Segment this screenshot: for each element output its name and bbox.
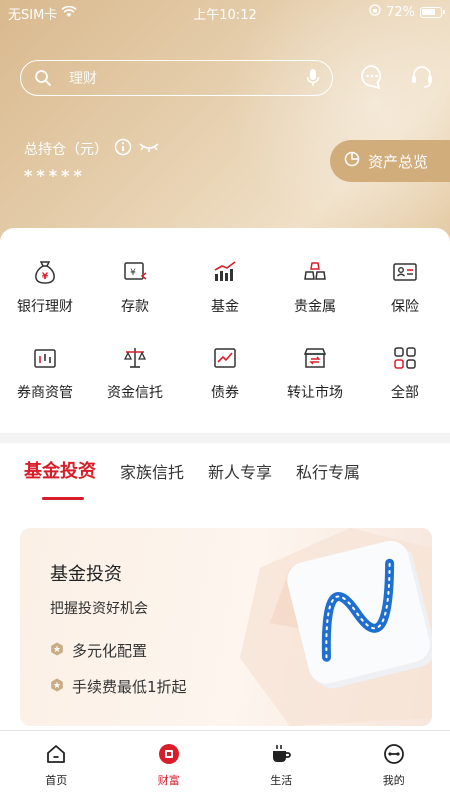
grid-item-label: 基金 bbox=[211, 299, 239, 315]
promo-feature-text: 手续费最低1折起 bbox=[72, 678, 187, 696]
promo-banner[interactable]: 基金投资 把握投资好机会 多元化配置 手续费最低1折起 bbox=[20, 528, 432, 726]
money-bag-icon: ¥ bbox=[31, 258, 59, 286]
profile-icon bbox=[383, 743, 405, 769]
grid-item-bank-wealth[interactable]: ¥ 银行理财 bbox=[0, 258, 90, 344]
pie-chart-icon bbox=[344, 151, 360, 171]
tab-private-banking[interactable]: 私行专属 bbox=[296, 459, 360, 483]
grid-item-insurance[interactable]: 保险 bbox=[360, 258, 450, 344]
header-background bbox=[0, 0, 450, 255]
promo-subtitle: 把握投资好机会 bbox=[50, 601, 148, 617]
featured-section: 基金投资 家族信托 新人专享 私行专属 基金投资 把握投资好机会 多元化配置 手… bbox=[0, 443, 450, 743]
product-grid-card: ¥ 银行理财 ¥ 存款 基金 贵金属 保险 券商资管 资金信托 债券 转让市场 … bbox=[0, 228, 450, 433]
tab-label: 财富 bbox=[157, 774, 180, 787]
grid-item-bond[interactable]: 债券 bbox=[180, 344, 270, 430]
bond-icon bbox=[211, 344, 239, 372]
promo-feature-text: 多元化配置 bbox=[72, 642, 148, 660]
grid-item-label: 全部 bbox=[391, 385, 419, 401]
microphone-icon[interactable] bbox=[306, 68, 320, 92]
grid-item-trust[interactable]: 资金信托 bbox=[90, 344, 180, 430]
star-badge-icon bbox=[50, 678, 64, 696]
grid-item-label: 银行理财 bbox=[17, 299, 73, 315]
gold-bars-icon bbox=[301, 258, 329, 286]
promo-title: 基金投资 bbox=[50, 564, 122, 585]
deposit-icon: ¥ bbox=[121, 258, 149, 286]
wealth-icon bbox=[158, 743, 180, 769]
grid-item-fund[interactable]: 基金 bbox=[180, 258, 270, 344]
tab-mine[interactable]: 我的 bbox=[338, 731, 450, 800]
grid-item-label: 券商资管 bbox=[17, 385, 73, 401]
market-icon bbox=[301, 344, 329, 372]
asset-overview-button[interactable]: 资产总览 bbox=[330, 140, 450, 182]
search-icon bbox=[34, 69, 52, 91]
orientation-lock-icon bbox=[369, 4, 381, 20]
featured-tabs: 基金投资 家族信托 新人专享 私行专属 bbox=[24, 457, 384, 500]
svg-text:¥: ¥ bbox=[130, 268, 136, 278]
product-grid: ¥ 银行理财 ¥ 存款 基金 贵金属 保险 券商资管 资金信托 债券 转让市场 … bbox=[0, 228, 450, 430]
tab-family-trust[interactable]: 家族信托 bbox=[120, 459, 184, 483]
total-holding-label: 总持仓（元） bbox=[24, 142, 108, 158]
grid-item-label: 保险 bbox=[391, 299, 419, 315]
grid-item-deposit[interactable]: ¥ 存款 bbox=[90, 258, 180, 344]
tab-label: 我的 bbox=[382, 774, 405, 787]
tab-label: 生活 bbox=[270, 774, 293, 787]
tab-newcomer[interactable]: 新人专享 bbox=[208, 459, 272, 483]
asset-overview-label: 资产总览 bbox=[368, 152, 429, 171]
promo-feature-item: 多元化配置 bbox=[50, 640, 147, 661]
coffee-cup-icon bbox=[270, 743, 292, 769]
bottom-tab-bar: 首页 财富 生活 我的 bbox=[0, 730, 450, 800]
status-bar: 无SIM卡 上午10:12 72% bbox=[0, 0, 450, 24]
grid-item-label: 转让市场 bbox=[287, 385, 343, 401]
home-icon bbox=[45, 743, 67, 769]
eye-closed-icon[interactable] bbox=[138, 140, 160, 158]
grid-item-all[interactable]: 全部 bbox=[360, 344, 450, 430]
grid-item-label: 贵金属 bbox=[294, 299, 336, 315]
grid-item-label: 债券 bbox=[211, 385, 239, 401]
tab-home[interactable]: 首页 bbox=[0, 731, 113, 800]
info-icon[interactable] bbox=[114, 138, 132, 160]
tab-fund-investment[interactable]: 基金投资 bbox=[24, 457, 96, 500]
message-icon[interactable] bbox=[360, 64, 384, 94]
tab-label: 首页 bbox=[45, 774, 68, 787]
svg-text:¥: ¥ bbox=[42, 272, 49, 282]
star-badge-icon bbox=[50, 642, 64, 660]
search-placeholder: 理财 bbox=[69, 71, 97, 87]
tab-wealth[interactable]: 财富 bbox=[113, 731, 226, 800]
fund-chart-icon bbox=[211, 258, 239, 286]
grid-item-transfer-market[interactable]: 转让市场 bbox=[270, 344, 360, 430]
customer-service-icon[interactable] bbox=[410, 64, 434, 94]
promo-feature-item: 手续费最低1折起 bbox=[50, 676, 187, 697]
grid-item-label: 资金信托 bbox=[107, 385, 163, 401]
tab-life[interactable]: 生活 bbox=[225, 731, 338, 800]
grid-item-label: 存款 bbox=[121, 299, 149, 315]
grid-icon bbox=[391, 344, 419, 372]
broker-icon bbox=[31, 344, 59, 372]
search-input[interactable]: 理财 bbox=[20, 60, 333, 96]
grid-item-broker-asset[interactable]: 券商资管 bbox=[0, 344, 90, 430]
total-holding: 总持仓（元） bbox=[24, 138, 160, 160]
fund-illustration bbox=[240, 528, 432, 726]
scale-icon bbox=[121, 344, 149, 372]
total-holding-value: ***** bbox=[24, 166, 86, 185]
grid-item-precious-metal[interactable]: 贵金属 bbox=[270, 258, 360, 344]
battery-icon bbox=[420, 6, 445, 18]
battery-percent: 72% bbox=[386, 4, 415, 20]
insurance-card-icon bbox=[391, 258, 419, 286]
